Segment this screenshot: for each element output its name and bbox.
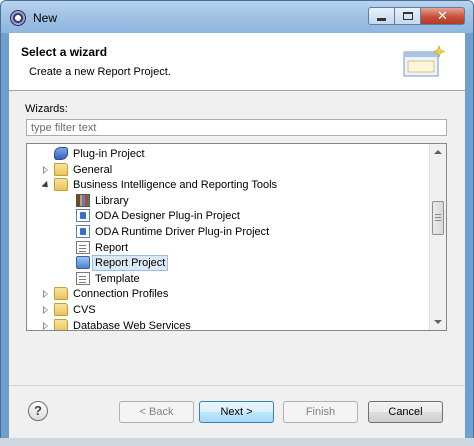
filter-input[interactable] [26, 119, 447, 136]
folder-icon [54, 287, 68, 301]
tree-item-label: Plug-in Project [73, 148, 145, 160]
tree-item-label: Report [95, 241, 129, 254]
tree-item[interactable]: CVS [27, 302, 431, 318]
tree-item[interactable]: Report Project [27, 255, 431, 272]
next-button[interactable]: Next > [199, 401, 274, 423]
wizards-label: Wizards: [25, 103, 68, 115]
wizard-tree[interactable]: Plug-in Project General Business Intellige… [26, 143, 447, 331]
collapsed-arrow-icon[interactable] [41, 321, 50, 330]
folder-icon [54, 318, 68, 330]
tree-item[interactable]: ODA Designer Plug-in Project [27, 208, 431, 224]
tree-item[interactable]: Plug-in Project [27, 146, 431, 162]
tree-item-label: Template [95, 272, 140, 285]
report-project-icon [76, 256, 90, 270]
scroll-down-icon[interactable] [434, 320, 442, 324]
minimize-icon [377, 18, 386, 21]
tree-item-label: Database Web Services [73, 319, 191, 331]
tree-item[interactable]: Report [27, 240, 431, 256]
template-icon [76, 271, 90, 285]
tree-item[interactable]: ODA Runtime Driver Plug-in Project [27, 224, 431, 240]
tree-item[interactable]: General [27, 162, 431, 178]
help-button[interactable]: ? [28, 401, 48, 421]
report-icon [76, 240, 90, 254]
tree-item-label: Report Project [92, 255, 169, 272]
window-controls: ✕ [368, 7, 465, 27]
plugin-project-icon [54, 147, 68, 160]
scroll-up-icon[interactable] [434, 150, 442, 154]
folder-icon [54, 162, 68, 176]
folder-open-icon [54, 178, 68, 192]
tree-item[interactable]: Library [27, 193, 431, 209]
tree-item-label: ODA Designer Plug-in Project [95, 210, 240, 223]
tree-item[interactable]: Database Web Services [27, 318, 431, 331]
wizard-header: Select a wizard Create a new Report Proj… [9, 33, 465, 91]
page-title: Select a wizard [21, 45, 108, 59]
maximize-button[interactable] [395, 7, 421, 25]
oda-designer-icon [76, 209, 90, 223]
expanded-arrow-icon[interactable] [41, 181, 50, 190]
oda-runtime-icon [76, 225, 90, 238]
tree-item[interactable]: Business Intelligence and Reporting Tool… [27, 177, 431, 193]
taskbar-edge [0, 438, 474, 446]
cancel-button[interactable]: Cancel [368, 401, 443, 423]
footer-separator [9, 385, 465, 386]
tree-item-label: ODA Runtime Driver Plug-in Project [95, 226, 270, 238]
tree-item-label: Business Intelligence and Reporting Tool… [73, 179, 278, 192]
tree-item-label: CVS [73, 304, 96, 316]
collapsed-arrow-icon[interactable] [41, 306, 50, 315]
maximize-icon [402, 12, 413, 20]
eclipse-icon [10, 10, 26, 26]
tree-item[interactable]: Connection Profiles [27, 286, 431, 302]
dialog-body: Select a wizard Create a new Report Proj… [9, 33, 465, 439]
back-button[interactable]: < Back [119, 401, 194, 423]
tree-item[interactable]: Template [27, 271, 431, 287]
close-button[interactable]: ✕ [421, 7, 465, 25]
tree-item-label: Connection Profiles [73, 288, 169, 301]
close-icon: ✕ [437, 8, 448, 23]
collapsed-arrow-icon[interactable] [41, 290, 50, 299]
folder-icon [54, 303, 68, 316]
library-icon [76, 193, 90, 207]
scroll-thumb[interactable] [432, 201, 444, 235]
page-description: Create a new Report Project. [29, 66, 171, 78]
finish-button[interactable]: Finish [283, 401, 358, 423]
tree-scrollbar[interactable] [429, 144, 446, 330]
tree-item-label: Library [95, 194, 129, 207]
tree-item-label: General [73, 163, 113, 176]
collapsed-arrow-icon[interactable] [41, 165, 50, 175]
new-wizard-banner-icon [403, 45, 446, 77]
title-bar[interactable]: New ✕ [1, 1, 473, 33]
minimize-button[interactable] [368, 7, 395, 25]
window-title: New [33, 11, 58, 25]
wizard-window: New ✕ Select a wizard Create a new Repor… [0, 0, 474, 446]
